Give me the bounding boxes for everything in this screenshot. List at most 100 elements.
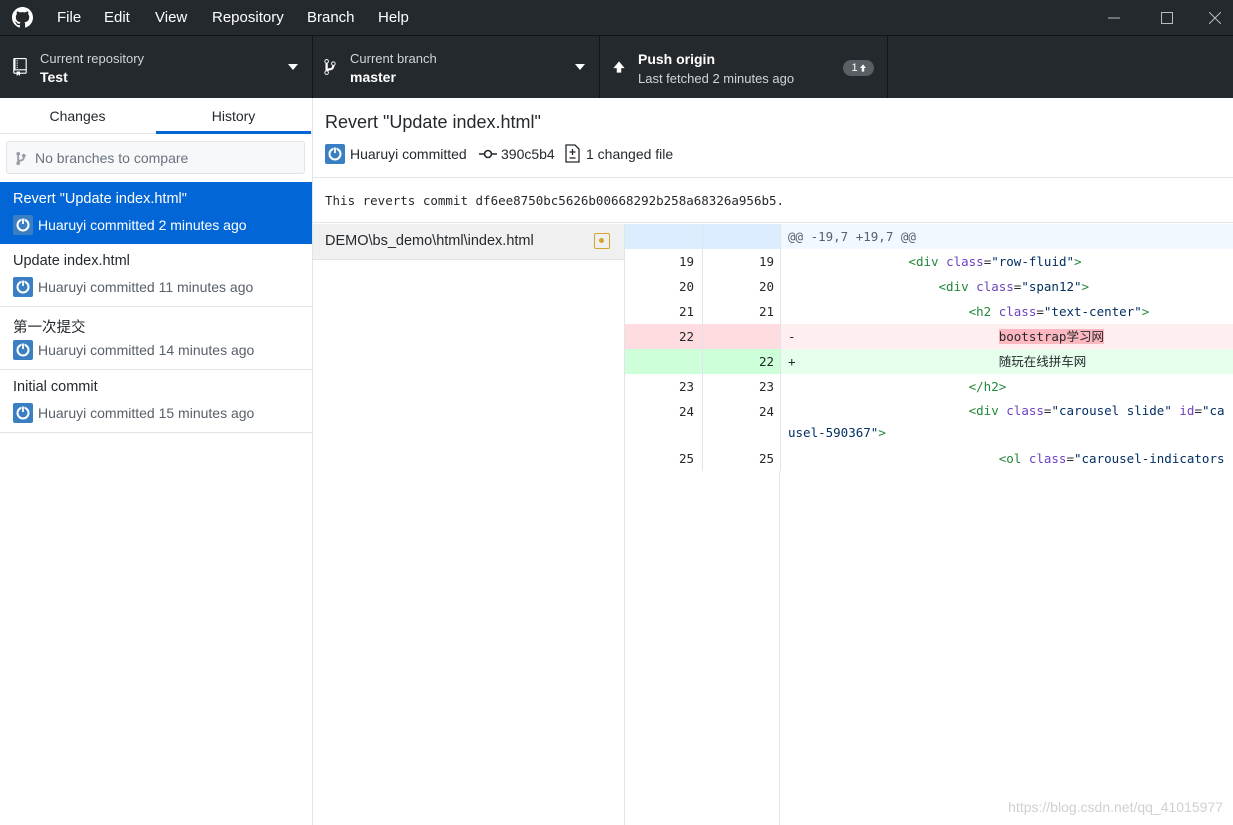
commit-summary: Revert "Update index.html" Huaruyi commi… <box>313 98 1233 178</box>
branch-label: Current branch <box>350 51 437 66</box>
added-text: 随玩在线拼车网 <box>998 354 1087 369</box>
tab-history[interactable]: History <box>156 98 311 134</box>
close-button[interactable] <box>1197 0 1233 35</box>
hunk-text: @@ -19,7 +19,7 @@ <box>788 229 916 244</box>
diff-code: + 随玩在线拼车网 <box>788 354 1087 369</box>
diff-code: <div class="carousel slide" id="ca usel-… <box>788 403 1225 440</box>
file-diff-icon <box>565 144 580 163</box>
new-line-number: 23 <box>703 374 781 399</box>
commit-meta: Huaruyi committed 11 minutes ago <box>38 279 254 295</box>
menu-view[interactable]: View <box>155 0 187 35</box>
ahead-count: 1 <box>851 62 858 74</box>
avatar <box>13 340 33 360</box>
compare-placeholder: No branches to compare <box>35 150 189 166</box>
menu-help[interactable]: Help <box>378 0 409 35</box>
commit-author: Huaruyi committed <box>350 146 467 162</box>
branch-icon <box>16 151 26 166</box>
close-icon <box>1209 11 1221 24</box>
menu-repository[interactable]: Repository <box>212 0 284 35</box>
diff-code: </h2> <box>968 379 1007 394</box>
old-line-number: 25 <box>625 446 703 471</box>
minimize-button[interactable] <box>1091 0 1137 35</box>
old-line-number: 22 <box>625 324 703 349</box>
watermark: https://blog.csdn.net/qq_41015977 <box>1008 799 1223 815</box>
new-line-number: 19 <box>703 249 781 274</box>
menu-branch[interactable]: Branch <box>307 0 355 35</box>
commit-title: Update index.html <box>13 253 130 269</box>
diff-line: 24 24 <div class="carousel slide" id="ca… <box>625 399 1233 446</box>
commit-description: This reverts commit df6ee8750bc5626b0066… <box>313 179 1233 223</box>
commit-list-item[interactable]: Update index.html Huaruyi committed 11 m… <box>0 244 312 307</box>
commit-meta: Huaruyi committed 14 minutes ago <box>38 342 255 358</box>
diff-line: 21 21 <h2 class="text-center"> <box>625 299 1233 324</box>
diff-hunk-header: @@ -19,7 +19,7 @@ <box>625 224 1233 249</box>
diff-code: <div class="row-fluid"> <box>908 254 1082 269</box>
diff-code: <div class="span12"> <box>938 279 1090 294</box>
file-list-item[interactable]: DEMO\bs_demo\html\index.html <box>313 224 624 260</box>
menu-file[interactable]: File <box>57 0 81 35</box>
diff-code: <h2 class="text-center"> <box>968 304 1150 319</box>
commit-meta: Huaruyi committed 2 minutes ago <box>38 217 247 233</box>
github-logo-icon <box>12 7 33 28</box>
diff-code: - bootstrap学习网 <box>788 329 1104 344</box>
file-path: DEMO\bs_demo\html\index.html <box>325 233 534 249</box>
commit-sha[interactable]: 390c5b4 <box>501 146 555 162</box>
gutter-filler <box>625 471 780 825</box>
old-line-number: 19 <box>625 249 703 274</box>
old-line-number: 21 <box>625 299 703 324</box>
branch-name: master <box>350 69 396 85</box>
toolbar: Current repository Test Current branch m… <box>0 35 1233 98</box>
avatar <box>325 144 345 164</box>
last-fetched: Last fetched 2 minutes ago <box>638 71 795 86</box>
menu-edit[interactable]: Edit <box>104 0 130 35</box>
commit-list-item[interactable]: Initial commit Huaruyi committed 15 minu… <box>0 370 312 433</box>
new-line-number: 20 <box>703 274 781 299</box>
arrow-up-icon <box>613 61 625 73</box>
diff-line: 20 20 <div class="span12"> <box>625 274 1233 299</box>
diff-code: <ol class="carousel-indicators <box>998 451 1225 466</box>
title-bar: File Edit View Repository Branch Help <box>0 0 1233 35</box>
commit-list-item[interactable]: 第一次提交 Huaruyi committed 14 minutes ago <box>0 307 312 370</box>
repo-label: Current repository <box>40 51 145 66</box>
old-line-number: 23 <box>625 374 703 399</box>
deleted-text: bootstrap学习网 <box>998 329 1104 344</box>
new-line-number: 21 <box>703 299 781 324</box>
current-repository-button[interactable]: Current repository Test <box>0 36 313 98</box>
diff-line-added: 22 + 随玩在线拼车网 <box>625 349 1233 374</box>
tab-changes[interactable]: Changes <box>0 98 155 134</box>
commit-description-text: This reverts commit df6ee8750bc5626b0066… <box>325 193 785 208</box>
diff-line-deleted: 22 - bootstrap学习网 <box>625 324 1233 349</box>
commit-title: 第一次提交 <box>13 320 86 336</box>
chevron-down-icon <box>575 64 585 70</box>
new-line-number: 22 <box>703 349 781 374</box>
commit-summary-title: Revert "Update index.html" <box>325 112 541 132</box>
branch-compare-input[interactable]: No branches to compare <box>6 141 305 174</box>
diff-line: 19 19 <div class="row-fluid"> <box>625 249 1233 274</box>
push-title: Push origin <box>638 51 715 67</box>
maximize-button[interactable] <box>1144 0 1190 35</box>
sidebar: Changes History No branches to compare R… <box>0 98 313 825</box>
new-line-number: 25 <box>703 446 781 471</box>
diff-line: 25 25 <ol class="carousel-indicators <box>625 446 1233 471</box>
old-line-number <box>625 349 703 374</box>
diff-view: @@ -19,7 +19,7 @@ 19 19 <div class="row-… <box>625 224 1233 825</box>
commit-title: Revert "Update index.html" <box>13 191 187 207</box>
minimize-icon <box>1108 17 1120 18</box>
ahead-count-badge: 1 <box>843 60 874 76</box>
new-line-number <box>703 324 781 349</box>
file-modified-icon <box>594 233 610 249</box>
current-branch-button[interactable]: Current branch master <box>313 36 600 98</box>
commit-list-item[interactable]: Revert "Update index.html" Huaruyi commi… <box>0 182 312 244</box>
commit-icon <box>479 149 497 159</box>
old-line-number: 20 <box>625 274 703 299</box>
diff-line: 23 23 </h2> <box>625 374 1233 399</box>
commit-meta: Huaruyi committed 15 minutes ago <box>38 405 255 421</box>
commit-title: Initial commit <box>13 379 98 395</box>
branch-icon <box>324 59 336 75</box>
avatar <box>13 277 33 297</box>
avatar <box>13 403 33 423</box>
changed-file-list: DEMO\bs_demo\html\index.html <box>313 224 625 825</box>
repo-icon <box>13 58 27 76</box>
avatar <box>13 215 33 235</box>
maximize-icon <box>1161 11 1173 24</box>
